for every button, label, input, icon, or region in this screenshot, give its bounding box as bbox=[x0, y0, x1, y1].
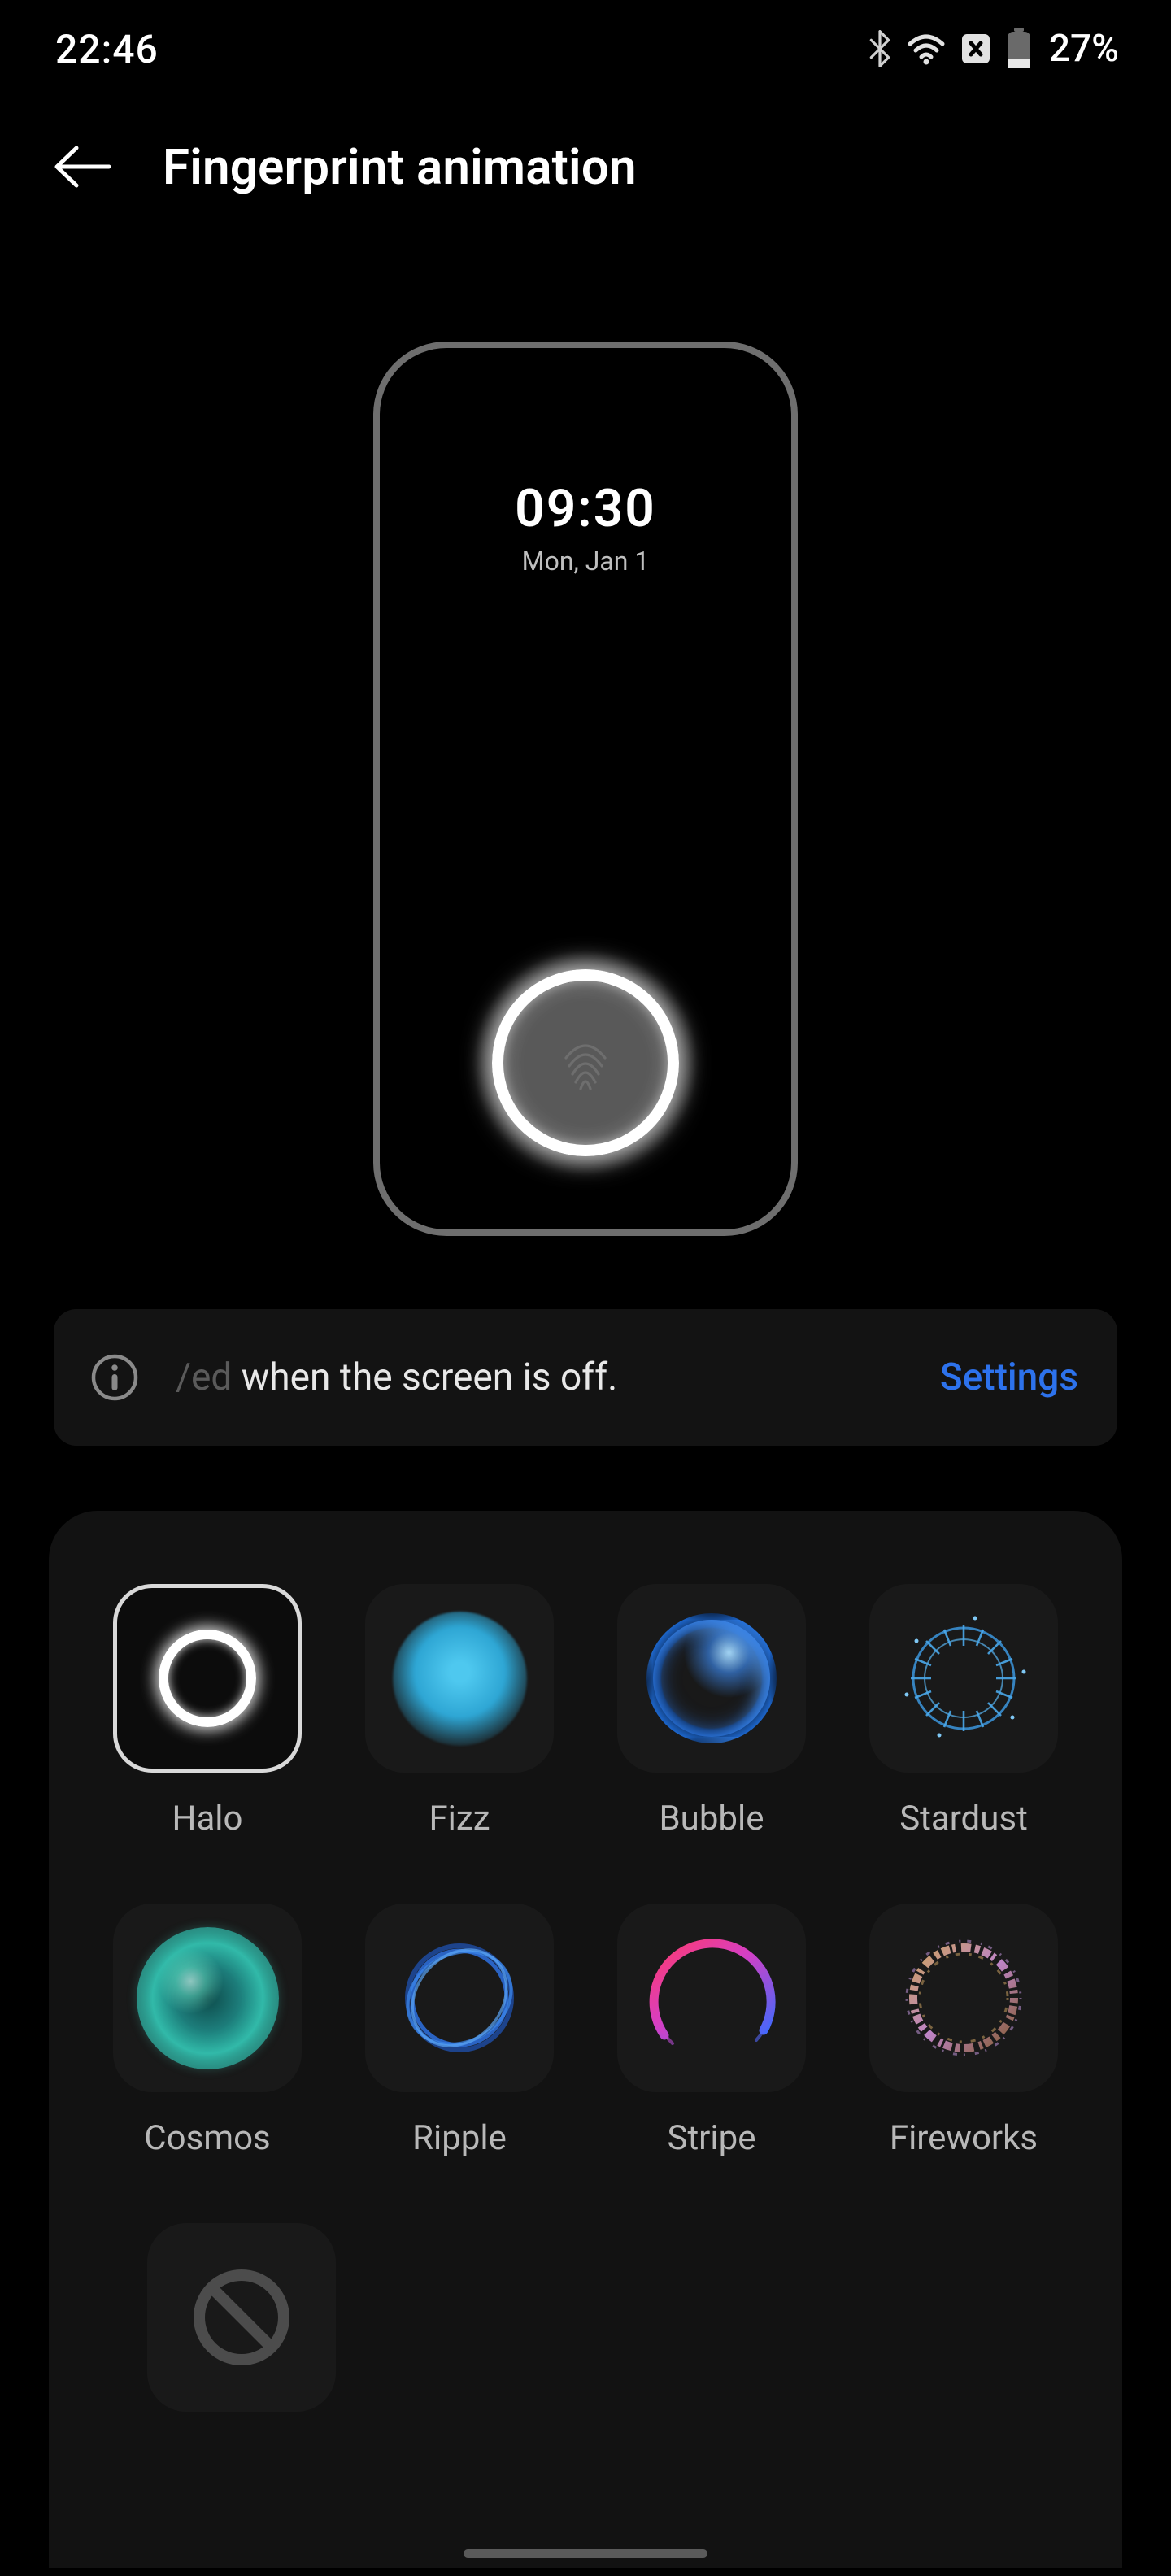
page-title: Fingerprint animation bbox=[163, 138, 637, 196]
status-time: 22:46 bbox=[55, 26, 159, 72]
battery-percent: 27% bbox=[1049, 27, 1119, 71]
cosmos-thumb bbox=[113, 1904, 302, 2092]
back-button[interactable] bbox=[49, 134, 114, 199]
no-sign-icon bbox=[189, 2265, 294, 2370]
option-label: Bubble bbox=[660, 1799, 764, 1838]
stripe-thumb bbox=[617, 1904, 806, 2092]
wifi-icon bbox=[906, 33, 947, 65]
ripple-icon bbox=[386, 1925, 533, 2071]
animation-grid: Halo Fizz Bubble bbox=[49, 1511, 1122, 2568]
info-banner: /ed when the screen is off. Settings bbox=[54, 1309, 1117, 1446]
animation-option-bubble[interactable]: Bubble bbox=[586, 1584, 838, 1838]
fireworks-thumb bbox=[869, 1904, 1058, 2092]
option-label: Stripe bbox=[668, 2118, 756, 2158]
info-text: /ed when the screen is off. bbox=[176, 1355, 908, 1399]
fingerprint-icon bbox=[558, 1030, 613, 1095]
arrow-left-icon bbox=[50, 143, 112, 190]
sim-error-icon bbox=[960, 32, 992, 66]
halo-thumb bbox=[113, 1584, 302, 1773]
header: Fingerprint animation bbox=[0, 98, 1171, 236]
option-label: Fireworks bbox=[890, 2118, 1038, 2158]
stardust-thumb bbox=[869, 1584, 1058, 1773]
bubble-thumb bbox=[617, 1584, 806, 1773]
phone-preview: 09:30 Mon, Jan 1 bbox=[373, 342, 798, 1236]
option-label: Ripple bbox=[412, 2118, 507, 2158]
stripe-icon bbox=[634, 1921, 789, 2075]
preview-date: Mon, Jan 1 bbox=[522, 546, 650, 577]
status-bar: 22:46 27% bbox=[0, 0, 1171, 98]
animation-option-fizz[interactable]: Fizz bbox=[333, 1584, 586, 1838]
home-indicator[interactable] bbox=[464, 2549, 707, 2558]
stardust-icon bbox=[895, 1609, 1033, 1747]
settings-link[interactable]: Settings bbox=[940, 1355, 1078, 1399]
bluetooth-icon bbox=[867, 30, 893, 67]
animation-option-stardust[interactable]: Stardust bbox=[838, 1584, 1090, 1838]
battery-icon bbox=[1005, 28, 1033, 70]
animation-option-stripe[interactable]: Stripe bbox=[586, 1904, 838, 2158]
info-icon bbox=[86, 1349, 143, 1406]
animation-option-cosmos[interactable]: Cosmos bbox=[81, 1904, 333, 2158]
animation-option-fireworks[interactable]: Fireworks bbox=[838, 1904, 1090, 2158]
option-label: Fizz bbox=[429, 1799, 490, 1838]
option-label: Stardust bbox=[899, 1799, 1028, 1838]
ripple-thumb bbox=[365, 1904, 554, 2092]
preview-time: 09:30 bbox=[515, 478, 656, 539]
status-icons: 27% bbox=[867, 27, 1119, 71]
option-label: Halo bbox=[172, 1799, 243, 1838]
fireworks-icon bbox=[886, 1921, 1041, 2075]
fizz-thumb bbox=[365, 1584, 554, 1773]
preview-area: 09:30 Mon, Jan 1 bbox=[0, 236, 1171, 1285]
none-thumb bbox=[147, 2223, 336, 2412]
option-label: Cosmos bbox=[144, 2118, 270, 2158]
fingerprint-animation-preview bbox=[492, 969, 679, 1156]
animation-option-halo[interactable]: Halo bbox=[81, 1584, 333, 1838]
animation-option-ripple[interactable]: Ripple bbox=[333, 1904, 586, 2158]
animation-option-none[interactable] bbox=[115, 2223, 368, 2438]
